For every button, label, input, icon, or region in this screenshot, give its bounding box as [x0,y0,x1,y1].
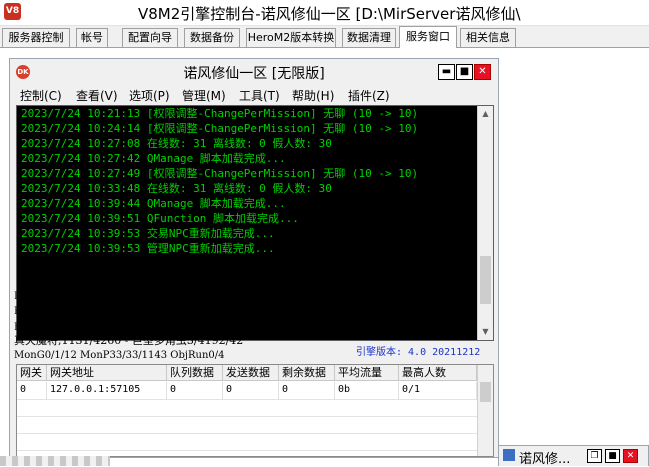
col-remain-data: 剩余数据 [279,365,335,381]
tab-herom2-convert[interactable]: HeroM2版本转换 [246,28,336,47]
minimized-window-strip[interactable] [0,456,110,466]
hum-stats: Hum0/99 Mon33/189 UsrRot107/4949 Merch0/… [14,322,338,333]
menu-options[interactable]: 选项(P) [129,87,170,104]
menu-help[interactable]: 帮助(H) [292,87,334,104]
log-line: 2023/7/24 10:27:49 [权限调整-ChangePerMissio… [21,167,419,180]
app-logo-icon: V8 [4,3,21,20]
online-count: [在线:30/30/0] [356,311,437,322]
menu-view[interactable]: 查看(V) [76,87,118,104]
engine-runtime: 引擎:0:39:26 [M][F] [216,294,327,305]
socket-time-label: LbRunSocketTime [14,291,108,302]
log-line: 2023/7/24 10:27:08 在线数: 31 离线数: 0 假人数: 3… [21,137,332,150]
minimize-button[interactable]: ▬ [438,64,455,80]
window-icon [503,449,515,461]
table-cell: 0/1 [399,382,477,399]
table-cell: 0 [223,382,279,399]
tab-data-cleanup[interactable]: 数据清理 [342,28,396,47]
row-divider [17,450,477,451]
log-line: 2023/7/24 10:39:53 管理NPC重新加载完成... [21,242,275,255]
table-cell: 0 [279,382,335,399]
col-gateway-address: 网关地址 [47,365,167,381]
col-gateway: 网关 [17,365,47,381]
tab-data-backup[interactable]: 数据备份 [184,28,240,47]
minimized-window-tab[interactable]: 诺风修... ❐ ■ ✕ [498,445,649,467]
menu-control[interactable]: 控制(C) [20,87,62,104]
col-queue-data: 队列数据 [167,365,223,381]
scroll-down-icon[interactable]: ▼ [478,324,493,340]
row-divider [17,416,477,417]
log-line: 2023/7/24 10:33:48 在线数: 31 离线数: 0 假人数: 3… [21,182,332,195]
table-cell: 0 [167,382,223,399]
restore-button[interactable]: ❐ [587,449,602,463]
table-scrollbar[interactable] [477,365,493,456]
monster-stats: MonG0/1/12 MonP33/33/1143 ObjRun0/4 [14,350,225,361]
child-window-title: 诺风修仙一区 [无限版] [183,66,325,82]
close-button[interactable]: ✕ [474,64,491,80]
menu-tools[interactable]: 工具(T) [239,87,280,104]
scroll-up-icon[interactable]: ▲ [478,106,493,122]
col-max-users: 最高人数 [399,365,477,381]
child-window-title-bar: DK 诺风修仙一区 [无限版] ▬ ■ ✕ [10,59,498,85]
tab-related-info[interactable]: 相关信息 [460,28,516,47]
log-line: 2023/7/24 10:24:14 [权限调整-ChangePerMissio… [21,122,419,135]
menu-plugins[interactable]: 插件(Z) [348,87,390,104]
menu-manage[interactable]: 管理(M) [182,87,226,104]
table-cell: 127.0.0.1:57105 [47,382,167,399]
log-line: 2023/7/24 10:39:53 交易NPC重新加载完成... [21,227,275,240]
table-cell: 0b [335,382,399,399]
run-stats: Run60/54 Soc0/0 Usr0/901 [14,306,152,317]
tab-service-window[interactable]: 服务窗口 [399,26,457,48]
row-divider [17,433,477,434]
table-cell: 0 [17,382,47,399]
child-menu-bar: 控制(C) 查看(V) 选项(P) 管理(M) 工具(T) 帮助(H) 插件(Z… [10,85,498,105]
col-avg-traffic: 平均流量 [335,365,399,381]
row-divider [17,399,477,400]
log-line: 2023/7/24 10:27:42 QManage 脚本加载完成... [21,152,286,165]
engine-version: 引擎版本: 4.0 20211212 [356,347,481,358]
gateway-table: 网关 网关地址 队列数据 发送数据 剩余数据 平均流量 最高人数 0 127.0… [16,364,494,457]
log-scrollbar[interactable]: ▲ ▼ [477,106,493,340]
col-send-data: 发送数据 [223,365,279,381]
app-title: V8M2引擎控制台-诺风修仙一区 [D:\MirServer诺风修仙\ [138,5,521,23]
uptime: [本机:10.7253天] [356,329,447,340]
log-line: 2023/7/24 10:39:44 QManage 脚本加载完成... [21,197,286,210]
tab-account[interactable]: 帐号 [76,28,108,47]
tab-config-wizard[interactable]: 配置向导 [122,28,178,47]
maximize-button[interactable]: ■ [605,449,620,463]
close-button[interactable]: ✕ [623,449,638,463]
service-child-window: DK 诺风修仙一区 [无限版] ▬ ■ ✕ 控制(C) 查看(V) 选项(P) … [9,58,499,458]
log-line: 2023/7/24 10:39:51 QFunction 脚本加载完成... [21,212,299,225]
maximize-button[interactable]: ■ [456,64,473,80]
tab-server-control[interactable]: 服务器控制 [2,28,70,47]
boss-stats: 真天魔将,1131/4260 - 巨型多角虫3/4192/42 [14,334,244,347]
log-line: 2023/7/24 10:21:13 [权限调整-ChangePerMissio… [21,107,419,120]
table-scroll-thumb[interactable] [480,382,491,402]
log-scroll-thumb[interactable] [480,256,491,304]
refresh-count: [刷怪:22110] [356,294,425,305]
main-tab-strip: 服务器控制 帐号 配置向导 数据备份 HeroM2版本转换 数据清理 服务窗口 … [0,26,649,48]
minimized-window-title: 诺风修... [519,452,571,467]
app-title-bar: V8 V8M2引擎控制台-诺风修仙一区 [D:\MirServer诺风修仙\ [0,0,649,26]
